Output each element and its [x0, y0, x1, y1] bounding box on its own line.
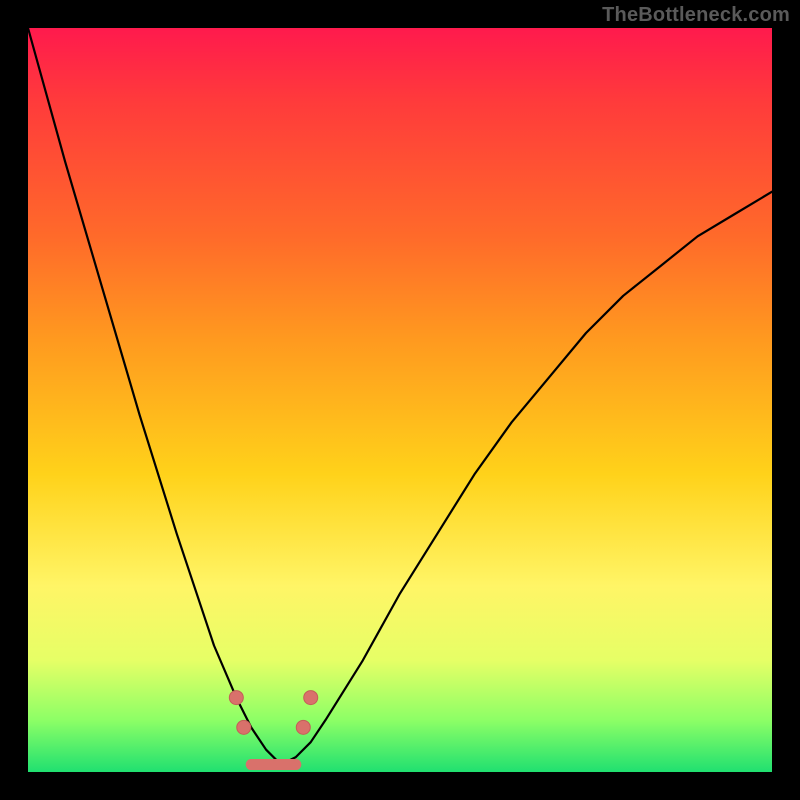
- valley-marker-dot: [229, 691, 243, 705]
- valley-marker-dot: [304, 691, 318, 705]
- chart-svg: [28, 28, 772, 772]
- bottleneck-curve: [28, 28, 772, 765]
- chart-frame: TheBottleneck.com: [0, 0, 800, 800]
- valley-marker-dot: [296, 720, 310, 734]
- watermark-text: TheBottleneck.com: [602, 4, 790, 27]
- plot-area: [28, 28, 772, 772]
- valley-marker-dot: [237, 720, 251, 734]
